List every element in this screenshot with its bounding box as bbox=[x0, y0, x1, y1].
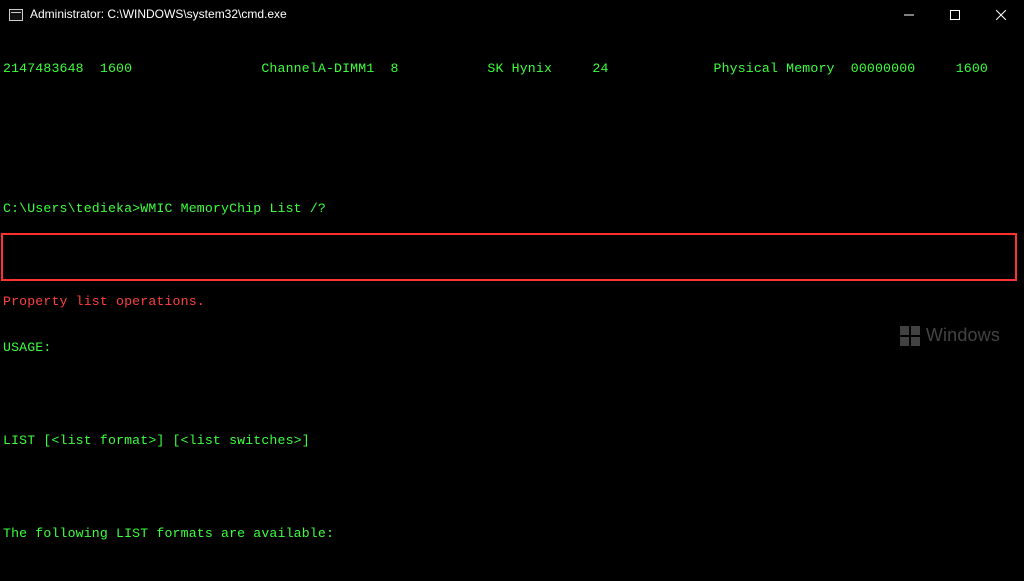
maximize-button[interactable] bbox=[932, 0, 978, 30]
usage-syntax: LIST [<list format>] [<list switches>] bbox=[3, 433, 1021, 449]
window-title: Administrator: C:\WINDOWS\system32\cmd.e… bbox=[30, 7, 287, 23]
section-header: Property list operations. bbox=[3, 294, 1021, 310]
command-text: WMIC MemoryChip List /? bbox=[140, 201, 326, 216]
formats-header: The following LIST formats are available… bbox=[3, 526, 1021, 542]
minimize-button[interactable] bbox=[886, 0, 932, 30]
prompt-line: C:\Users\tedieka>WMIC MemoryChip List /? bbox=[3, 201, 1021, 217]
data-row: 2147483648 1600 ChannelA-DIMM1 8 SK Hyni… bbox=[3, 61, 1021, 77]
terminal-surface[interactable]: 2147483648 1600 ChannelA-DIMM1 8 SK Hyni… bbox=[0, 30, 1024, 581]
cmd-app-icon bbox=[8, 7, 24, 23]
window-titlebar: Administrator: C:\WINDOWS\system32\cmd.e… bbox=[0, 0, 1024, 30]
prompt-path: C:\Users\tedieka> bbox=[3, 201, 140, 216]
usage-label: USAGE: bbox=[3, 340, 1021, 356]
close-button[interactable] bbox=[978, 0, 1024, 30]
